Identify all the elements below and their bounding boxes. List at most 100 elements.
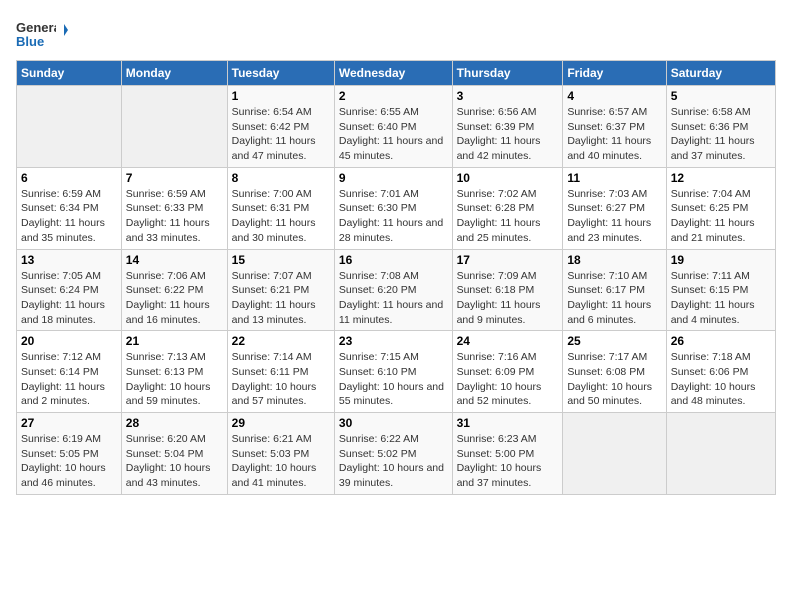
day-info: Sunrise: 6:58 AM Sunset: 6:36 PM Dayligh… bbox=[671, 105, 771, 164]
day-info: Sunrise: 6:23 AM Sunset: 5:00 PM Dayligh… bbox=[457, 432, 559, 491]
svg-text:Blue: Blue bbox=[16, 34, 44, 49]
calendar-cell: 21 Sunrise: 7:13 AM Sunset: 6:13 PM Dayl… bbox=[121, 331, 227, 413]
calendar-cell: 1 Sunrise: 6:54 AM Sunset: 6:42 PM Dayli… bbox=[227, 86, 334, 168]
calendar-cell: 2 Sunrise: 6:55 AM Sunset: 6:40 PM Dayli… bbox=[334, 86, 452, 168]
day-info: Sunrise: 6:57 AM Sunset: 6:37 PM Dayligh… bbox=[567, 105, 661, 164]
calendar-cell: 29 Sunrise: 6:21 AM Sunset: 5:03 PM Dayl… bbox=[227, 413, 334, 495]
calendar-cell bbox=[121, 86, 227, 168]
day-info: Sunrise: 7:11 AM Sunset: 6:15 PM Dayligh… bbox=[671, 269, 771, 328]
day-info: Sunrise: 7:18 AM Sunset: 6:06 PM Dayligh… bbox=[671, 350, 771, 409]
day-number: 10 bbox=[457, 171, 559, 185]
calendar-cell: 18 Sunrise: 7:10 AM Sunset: 6:17 PM Dayl… bbox=[563, 249, 666, 331]
day-number: 1 bbox=[232, 89, 330, 103]
day-info: Sunrise: 7:04 AM Sunset: 6:25 PM Dayligh… bbox=[671, 187, 771, 246]
day-number: 17 bbox=[457, 253, 559, 267]
calendar-cell: 9 Sunrise: 7:01 AM Sunset: 6:30 PM Dayli… bbox=[334, 167, 452, 249]
day-number: 20 bbox=[21, 334, 117, 348]
weekday-header-friday: Friday bbox=[563, 61, 666, 86]
week-row-3: 20 Sunrise: 7:12 AM Sunset: 6:14 PM Dayl… bbox=[17, 331, 776, 413]
day-info: Sunrise: 6:59 AM Sunset: 6:34 PM Dayligh… bbox=[21, 187, 117, 246]
day-info: Sunrise: 7:17 AM Sunset: 6:08 PM Dayligh… bbox=[567, 350, 661, 409]
day-number: 28 bbox=[126, 416, 223, 430]
day-info: Sunrise: 7:14 AM Sunset: 6:11 PM Dayligh… bbox=[232, 350, 330, 409]
day-info: Sunrise: 7:13 AM Sunset: 6:13 PM Dayligh… bbox=[126, 350, 223, 409]
weekday-header-tuesday: Tuesday bbox=[227, 61, 334, 86]
day-info: Sunrise: 7:06 AM Sunset: 6:22 PM Dayligh… bbox=[126, 269, 223, 328]
week-row-1: 6 Sunrise: 6:59 AM Sunset: 6:34 PM Dayli… bbox=[17, 167, 776, 249]
calendar-table: SundayMondayTuesdayWednesdayThursdayFrid… bbox=[16, 60, 776, 495]
day-number: 8 bbox=[232, 171, 330, 185]
day-number: 29 bbox=[232, 416, 330, 430]
day-info: Sunrise: 7:15 AM Sunset: 6:10 PM Dayligh… bbox=[339, 350, 448, 409]
day-info: Sunrise: 6:55 AM Sunset: 6:40 PM Dayligh… bbox=[339, 105, 448, 164]
day-number: 4 bbox=[567, 89, 661, 103]
calendar-cell: 23 Sunrise: 7:15 AM Sunset: 6:10 PM Dayl… bbox=[334, 331, 452, 413]
calendar-cell bbox=[563, 413, 666, 495]
day-info: Sunrise: 6:56 AM Sunset: 6:39 PM Dayligh… bbox=[457, 105, 559, 164]
day-number: 19 bbox=[671, 253, 771, 267]
week-row-4: 27 Sunrise: 6:19 AM Sunset: 5:05 PM Dayl… bbox=[17, 413, 776, 495]
day-number: 6 bbox=[21, 171, 117, 185]
day-info: Sunrise: 6:54 AM Sunset: 6:42 PM Dayligh… bbox=[232, 105, 330, 164]
day-number: 12 bbox=[671, 171, 771, 185]
calendar-cell: 7 Sunrise: 6:59 AM Sunset: 6:33 PM Dayli… bbox=[121, 167, 227, 249]
day-number: 22 bbox=[232, 334, 330, 348]
day-info: Sunrise: 7:03 AM Sunset: 6:27 PM Dayligh… bbox=[567, 187, 661, 246]
day-number: 23 bbox=[339, 334, 448, 348]
weekday-header-monday: Monday bbox=[121, 61, 227, 86]
calendar-cell: 16 Sunrise: 7:08 AM Sunset: 6:20 PM Dayl… bbox=[334, 249, 452, 331]
day-info: Sunrise: 7:12 AM Sunset: 6:14 PM Dayligh… bbox=[21, 350, 117, 409]
day-number: 13 bbox=[21, 253, 117, 267]
day-number: 26 bbox=[671, 334, 771, 348]
header: General Blue bbox=[16, 16, 776, 52]
day-number: 15 bbox=[232, 253, 330, 267]
calendar-cell: 17 Sunrise: 7:09 AM Sunset: 6:18 PM Dayl… bbox=[452, 249, 563, 331]
day-number: 11 bbox=[567, 171, 661, 185]
logo: General Blue bbox=[16, 16, 68, 52]
day-info: Sunrise: 7:10 AM Sunset: 6:17 PM Dayligh… bbox=[567, 269, 661, 328]
calendar-cell: 26 Sunrise: 7:18 AM Sunset: 6:06 PM Dayl… bbox=[666, 331, 775, 413]
day-number: 2 bbox=[339, 89, 448, 103]
calendar-cell: 11 Sunrise: 7:03 AM Sunset: 6:27 PM Dayl… bbox=[563, 167, 666, 249]
weekday-header-wednesday: Wednesday bbox=[334, 61, 452, 86]
day-number: 31 bbox=[457, 416, 559, 430]
calendar-cell: 24 Sunrise: 7:16 AM Sunset: 6:09 PM Dayl… bbox=[452, 331, 563, 413]
calendar-cell: 8 Sunrise: 7:00 AM Sunset: 6:31 PM Dayli… bbox=[227, 167, 334, 249]
weekday-row: SundayMondayTuesdayWednesdayThursdayFrid… bbox=[17, 61, 776, 86]
calendar-cell: 31 Sunrise: 6:23 AM Sunset: 5:00 PM Dayl… bbox=[452, 413, 563, 495]
calendar-header: SundayMondayTuesdayWednesdayThursdayFrid… bbox=[17, 61, 776, 86]
day-info: Sunrise: 7:01 AM Sunset: 6:30 PM Dayligh… bbox=[339, 187, 448, 246]
calendar-cell: 12 Sunrise: 7:04 AM Sunset: 6:25 PM Dayl… bbox=[666, 167, 775, 249]
calendar-cell: 30 Sunrise: 6:22 AM Sunset: 5:02 PM Dayl… bbox=[334, 413, 452, 495]
day-info: Sunrise: 7:02 AM Sunset: 6:28 PM Dayligh… bbox=[457, 187, 559, 246]
day-number: 27 bbox=[21, 416, 117, 430]
day-number: 18 bbox=[567, 253, 661, 267]
day-number: 24 bbox=[457, 334, 559, 348]
logo-arrow-icon bbox=[48, 20, 68, 40]
calendar-cell: 4 Sunrise: 6:57 AM Sunset: 6:37 PM Dayli… bbox=[563, 86, 666, 168]
day-number: 16 bbox=[339, 253, 448, 267]
day-number: 5 bbox=[671, 89, 771, 103]
day-info: Sunrise: 6:59 AM Sunset: 6:33 PM Dayligh… bbox=[126, 187, 223, 246]
calendar-cell: 27 Sunrise: 6:19 AM Sunset: 5:05 PM Dayl… bbox=[17, 413, 122, 495]
day-info: Sunrise: 7:00 AM Sunset: 6:31 PM Dayligh… bbox=[232, 187, 330, 246]
day-info: Sunrise: 7:05 AM Sunset: 6:24 PM Dayligh… bbox=[21, 269, 117, 328]
calendar-cell: 15 Sunrise: 7:07 AM Sunset: 6:21 PM Dayl… bbox=[227, 249, 334, 331]
calendar-cell: 20 Sunrise: 7:12 AM Sunset: 6:14 PM Dayl… bbox=[17, 331, 122, 413]
day-number: 9 bbox=[339, 171, 448, 185]
weekday-header-sunday: Sunday bbox=[17, 61, 122, 86]
day-number: 25 bbox=[567, 334, 661, 348]
calendar-cell: 22 Sunrise: 7:14 AM Sunset: 6:11 PM Dayl… bbox=[227, 331, 334, 413]
day-info: Sunrise: 6:22 AM Sunset: 5:02 PM Dayligh… bbox=[339, 432, 448, 491]
day-number: 14 bbox=[126, 253, 223, 267]
weekday-header-saturday: Saturday bbox=[666, 61, 775, 86]
day-info: Sunrise: 7:08 AM Sunset: 6:20 PM Dayligh… bbox=[339, 269, 448, 328]
week-row-0: 1 Sunrise: 6:54 AM Sunset: 6:42 PM Dayli… bbox=[17, 86, 776, 168]
day-number: 21 bbox=[126, 334, 223, 348]
calendar-cell: 25 Sunrise: 7:17 AM Sunset: 6:08 PM Dayl… bbox=[563, 331, 666, 413]
day-info: Sunrise: 6:19 AM Sunset: 5:05 PM Dayligh… bbox=[21, 432, 117, 491]
day-info: Sunrise: 7:16 AM Sunset: 6:09 PM Dayligh… bbox=[457, 350, 559, 409]
day-number: 3 bbox=[457, 89, 559, 103]
calendar-cell: 19 Sunrise: 7:11 AM Sunset: 6:15 PM Dayl… bbox=[666, 249, 775, 331]
day-info: Sunrise: 7:07 AM Sunset: 6:21 PM Dayligh… bbox=[232, 269, 330, 328]
